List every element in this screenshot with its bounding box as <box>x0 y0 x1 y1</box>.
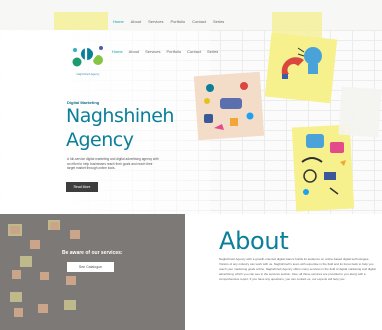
sticky-note-magnet <box>264 32 338 104</box>
sticky-note-decoration <box>272 12 322 30</box>
nav-portfolio[interactable]: Portfolio <box>166 49 181 54</box>
agency-logo-icon[interactable] <box>70 42 106 70</box>
nav-about[interactable]: About <box>129 49 139 54</box>
sticky-note-decoration <box>54 12 108 30</box>
top-nav-about[interactable]: About <box>131 19 141 24</box>
photo-collage-image <box>0 214 185 330</box>
top-nav-home[interactable]: Home <box>113 19 124 24</box>
top-nav-contact[interactable]: Contact <box>192 19 206 24</box>
team-photo-wall <box>0 214 185 330</box>
top-navigation: Home About Services Portfolio Contact Se… <box>113 19 224 24</box>
sticky-note-communication <box>291 124 355 212</box>
sticky-note-social-icons <box>193 71 265 141</box>
hero-title-line1: Naghshineh <box>66 105 174 127</box>
hero-intro-text: A full-service digital marketing and dig… <box>67 157 159 171</box>
nav-home[interactable]: Home <box>112 49 123 54</box>
services-awareness-heading: Be aware of our services: <box>62 250 123 256</box>
hero-title-line2: Agency <box>66 129 134 151</box>
about-title: About <box>219 227 289 255</box>
top-nav-services[interactable]: Services <box>148 19 163 24</box>
sticky-header: Home About Services Portfolio Contact Se… <box>0 0 382 30</box>
read-more-button[interactable]: Read More <box>66 182 98 192</box>
sticky-notes-illustration <box>193 30 382 212</box>
top-nav-portfolio[interactable]: Portfolio <box>170 19 185 24</box>
about-text: Naghshineh Agency with a growth-oriented… <box>219 257 376 281</box>
nav-services[interactable]: Services <box>145 49 160 54</box>
see-catalogue-button[interactable]: See Catalogue <box>67 262 114 272</box>
top-nav-series[interactable]: Series <box>213 19 224 24</box>
logo-text: Naghshineh Agency <box>76 73 100 76</box>
